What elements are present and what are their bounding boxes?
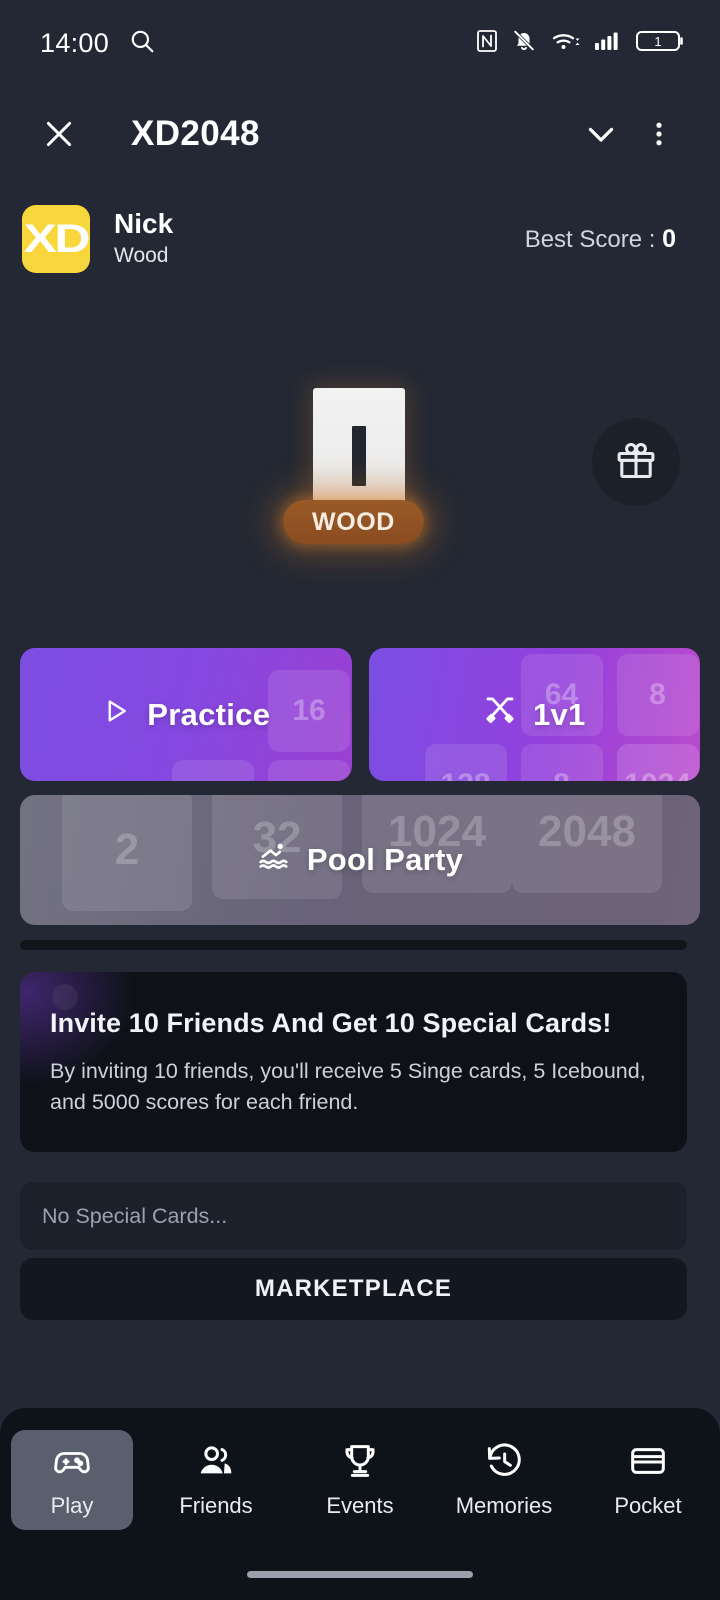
app-title: XD2048	[131, 114, 260, 153]
marketplace-label: MARKETPLACE	[254, 1275, 453, 1302]
status-bar-left: 14:00	[40, 28, 155, 59]
pool-party-label: Pool Party	[306, 842, 464, 877]
pool-party-button[interactable]: 2 32 1024 2048 Pool Party	[20, 795, 700, 925]
best-score-value: 0	[662, 224, 676, 253]
decor-tile: 8	[268, 760, 350, 781]
decor-tile: 2048	[512, 795, 662, 893]
notifications-off-icon	[512, 28, 536, 58]
swimmer-icon	[257, 839, 291, 881]
nav-label-memories: Memories	[455, 1493, 553, 1518]
status-time: 14:00	[40, 27, 110, 58]
more-vertical-icon[interactable]	[630, 105, 688, 163]
profile-names: Nick Wood	[114, 208, 173, 271]
close-button[interactable]	[30, 105, 88, 163]
profile-row[interactable]: XD Nick Wood Best Score : 0	[0, 200, 720, 278]
gamepad-icon	[52, 1441, 92, 1486]
gift-button[interactable]	[592, 418, 680, 506]
duel-label-group: 1v1	[483, 694, 586, 736]
bottom-bar: Play Friends Events Memories Pocket	[0, 1408, 720, 1600]
decor-tile: 8	[616, 654, 699, 736]
svg-text:1: 1	[654, 34, 661, 49]
practice-label-group: Practice	[101, 696, 270, 734]
nav-item-friends[interactable]: Friends	[144, 1426, 288, 1534]
chevron-down-icon[interactable]	[572, 105, 630, 163]
bottom-nav: Play Friends Events Memories Pocket	[0, 1426, 720, 1534]
nav-label-play: Play	[50, 1493, 94, 1518]
search-icon[interactable]	[129, 28, 155, 59]
nav-item-pocket[interactable]: Pocket	[576, 1426, 720, 1534]
section-divider	[20, 940, 687, 950]
decor-tile: 128	[424, 744, 507, 781]
game-modes: 16 64 8 Practice 64 8 128 8 1024	[0, 648, 720, 925]
nav-item-events[interactable]: Events	[288, 1426, 432, 1534]
battery-icon: 1	[636, 28, 686, 59]
duel-button[interactable]: 64 8 128 8 1024 1v1	[368, 648, 700, 781]
status-bar: 14:00 1	[0, 0, 720, 86]
decor-tile: 16	[268, 670, 350, 752]
nav-item-play[interactable]: Play	[0, 1426, 144, 1534]
best-score: Best Score : 0	[525, 225, 676, 254]
nav-label-pocket: Pocket	[614, 1493, 682, 1518]
status-bar-right: 1	[476, 28, 686, 59]
duel-label: 1v1	[532, 696, 586, 732]
trophy-icon	[340, 1441, 380, 1486]
special-cards-strip[interactable]: No Special Cards...	[20, 1182, 687, 1250]
history-clock-icon	[484, 1441, 524, 1486]
invite-banner[interactable]: Invite 10 Friends And Get 10 Special Car…	[20, 972, 687, 1152]
profile-username: Nick	[114, 207, 174, 239]
decor-tile: 2	[62, 795, 192, 911]
nav-item-memories[interactable]: Memories	[432, 1426, 576, 1534]
app-bar: XD2048	[0, 86, 720, 182]
crossed-swords-icon	[483, 694, 517, 736]
practice-label: Practice	[147, 696, 271, 732]
gesture-bar[interactable]	[247, 1571, 473, 1578]
best-score-label: Best Score :	[524, 225, 663, 253]
decor-bubble	[52, 984, 78, 1010]
nfc-icon	[476, 29, 498, 58]
wallet-card-icon	[628, 1441, 668, 1486]
avatar[interactable]: XD	[22, 205, 90, 273]
rank-badge: WOOD	[283, 500, 424, 544]
avatar-logo-text: XD	[23, 216, 90, 261]
invite-description: By inviting 10 friends, you'll receive 5…	[50, 1059, 646, 1115]
decor-tile: 64	[172, 760, 254, 781]
pool-party-label-group: Pool Party	[257, 839, 463, 881]
marketplace-button[interactable]: MARKETPLACE	[20, 1258, 687, 1320]
invite-title: Invite 10 Friends And Get 10 Special Car…	[50, 1008, 612, 1038]
nav-label-friends: Friends	[179, 1493, 253, 1518]
wifi-icon	[550, 29, 580, 58]
decor-tile: 1024	[616, 744, 699, 781]
nav-label-events: Events	[326, 1493, 394, 1518]
people-icon	[196, 1441, 236, 1486]
cellular-signal-icon	[594, 29, 622, 58]
rank-card	[313, 388, 405, 514]
gift-icon	[613, 437, 659, 488]
special-cards-empty-text: No Special Cards...	[42, 1203, 228, 1228]
rank-badge-label: WOOD	[312, 507, 395, 536]
profile-rank: Wood	[114, 244, 169, 268]
play-triangle-icon	[101, 696, 131, 734]
decor-tile: 8	[520, 744, 603, 781]
practice-button[interactable]: 16 64 8 Practice	[20, 648, 352, 781]
mode-row-top: 16 64 8 Practice 64 8 128 8 1024	[0, 648, 720, 781]
